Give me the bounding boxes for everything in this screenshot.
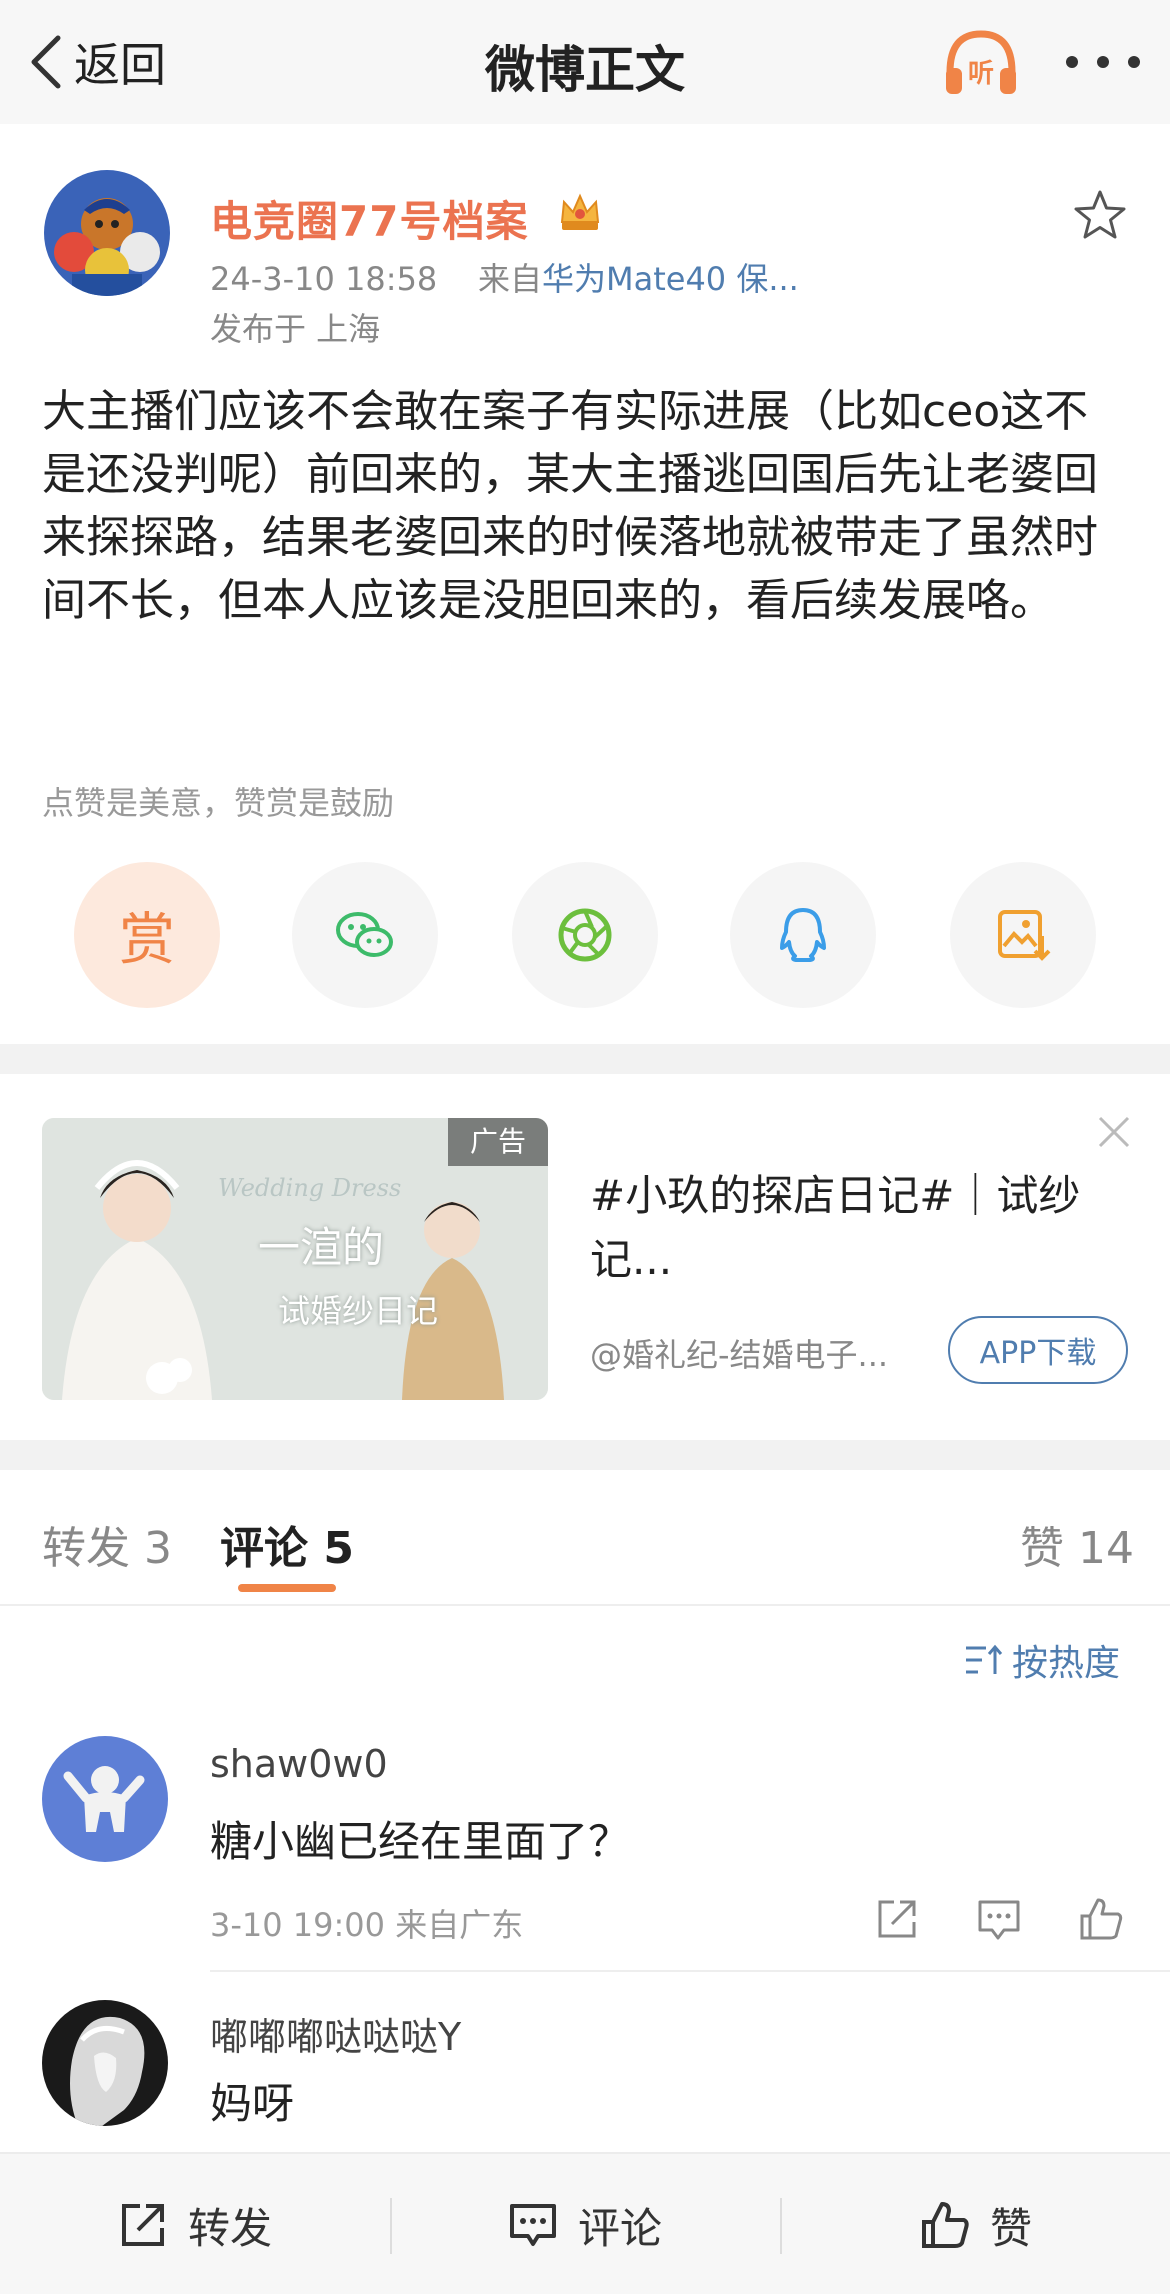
comment-avatar[interactable] xyxy=(42,1736,168,1862)
ad-image-caption-2: 试婚纱日记 xyxy=(278,1292,439,1330)
comment-icon xyxy=(510,2204,556,2246)
author-name[interactable]: 电竞圈77号档案 xyxy=(210,188,528,249)
comment-text: 妈呀 xyxy=(210,2079,295,2128)
comment-username[interactable]: shaw0w0 xyxy=(210,1742,388,1786)
post-location: 发布于 上海 xyxy=(210,310,381,348)
like-label: 赞 xyxy=(990,2203,1033,2253)
sort-icon xyxy=(966,1644,1003,1674)
repost-icon xyxy=(122,2204,164,2246)
tab-divider xyxy=(0,1604,1170,1606)
share-row: 赏 xyxy=(0,862,1170,1008)
ad-label: 广告 xyxy=(448,1118,548,1166)
reward-button[interactable]: 赏 xyxy=(74,862,220,1008)
more-options-icon[interactable] xyxy=(1058,40,1148,84)
comment-username[interactable]: 嘟嘟嘟哒哒哒Y xyxy=(210,2006,461,2061)
vip-crown-icon xyxy=(560,193,600,230)
like-thumb-icon xyxy=(922,2202,969,2248)
source-prefix: 来自 xyxy=(477,260,542,298)
comment-reply-icon[interactable] xyxy=(974,1894,1024,1944)
like-button[interactable]: 赞 xyxy=(918,2154,1032,2294)
moments-aperture-icon xyxy=(558,908,612,962)
repost-button[interactable]: 转发 xyxy=(116,2154,272,2294)
reward-label: 赏 xyxy=(119,907,175,973)
ad-title[interactable]: #小玖的探店日记#｜试纱记... xyxy=(590,1164,1110,1292)
app-download-button[interactable]: APP下载 xyxy=(948,1316,1128,1384)
favorite-star-icon[interactable] xyxy=(1070,186,1130,246)
post-time: 24-3-10 18:58 xyxy=(210,260,438,298)
listen-headphones-icon[interactable]: 听 xyxy=(940,22,1022,104)
post-meta: 24-3-10 18:58 来自华为Mate40 保... xyxy=(210,254,799,300)
sort-by-hot-button[interactable]: 按热度 xyxy=(964,1634,1120,1686)
bar-separator xyxy=(780,2198,782,2254)
share-moments-button[interactable] xyxy=(512,862,658,1008)
comment-like-icon[interactable] xyxy=(1076,1894,1126,1944)
repost-label: 转发 xyxy=(188,2203,273,2253)
ad-source[interactable]: @婚礼纪-结婚电子... xyxy=(590,1330,888,1376)
top-nav-bar: 返回 微博正文 听 xyxy=(0,0,1170,124)
tab-comment[interactable]: 评论 5 xyxy=(220,1512,354,1576)
comment-meta: 3-10 19:00 来自广东 xyxy=(210,1906,524,1944)
share-qq-button[interactable] xyxy=(730,862,876,1008)
ad-image-script: Wedding Dress xyxy=(218,1174,402,1202)
author-avatar[interactable] xyxy=(44,170,170,296)
save-image-icon xyxy=(998,910,1051,961)
section-divider xyxy=(0,1044,1170,1074)
close-icon[interactable] xyxy=(1092,1110,1136,1154)
comment-divider xyxy=(210,1970,1170,1972)
post-body-text: 大主播们应该不会敢在案子有实际进展（比如ceo这不是还没判呢）前回来的，某大主播… xyxy=(42,386,1098,626)
tab-repost[interactable]: 转发 3 xyxy=(42,1512,172,1576)
reward-tip: 点赞是美意，赞赏是鼓励 xyxy=(42,784,395,822)
section-divider xyxy=(0,1440,1170,1470)
bar-separator xyxy=(390,2198,392,2254)
comment-repost-icon[interactable] xyxy=(872,1894,922,1944)
sort-label: 按热度 xyxy=(1012,1643,1121,1684)
wechat-icon xyxy=(336,912,393,957)
ad-image-caption-1: 一渲的 xyxy=(258,1223,385,1272)
tab-like[interactable]: 赞 14 xyxy=(1020,1512,1134,1576)
post-device[interactable]: 华为Mate40 保... xyxy=(542,260,799,298)
listen-label: 听 xyxy=(968,59,994,89)
comment-button[interactable]: 评论 xyxy=(506,2154,662,2294)
comment-avatar[interactable] xyxy=(42,2000,168,2126)
comment-text: 糖小幽已经在里面了？ xyxy=(210,1817,631,1866)
qq-penguin-icon xyxy=(780,908,826,962)
share-wechat-button[interactable] xyxy=(292,862,438,1008)
bottom-action-bar: 转发 评论 赞 xyxy=(0,2152,1170,2294)
active-tab-indicator xyxy=(238,1584,336,1592)
comment-label: 评论 xyxy=(578,2203,663,2253)
save-image-button[interactable] xyxy=(950,862,1096,1008)
